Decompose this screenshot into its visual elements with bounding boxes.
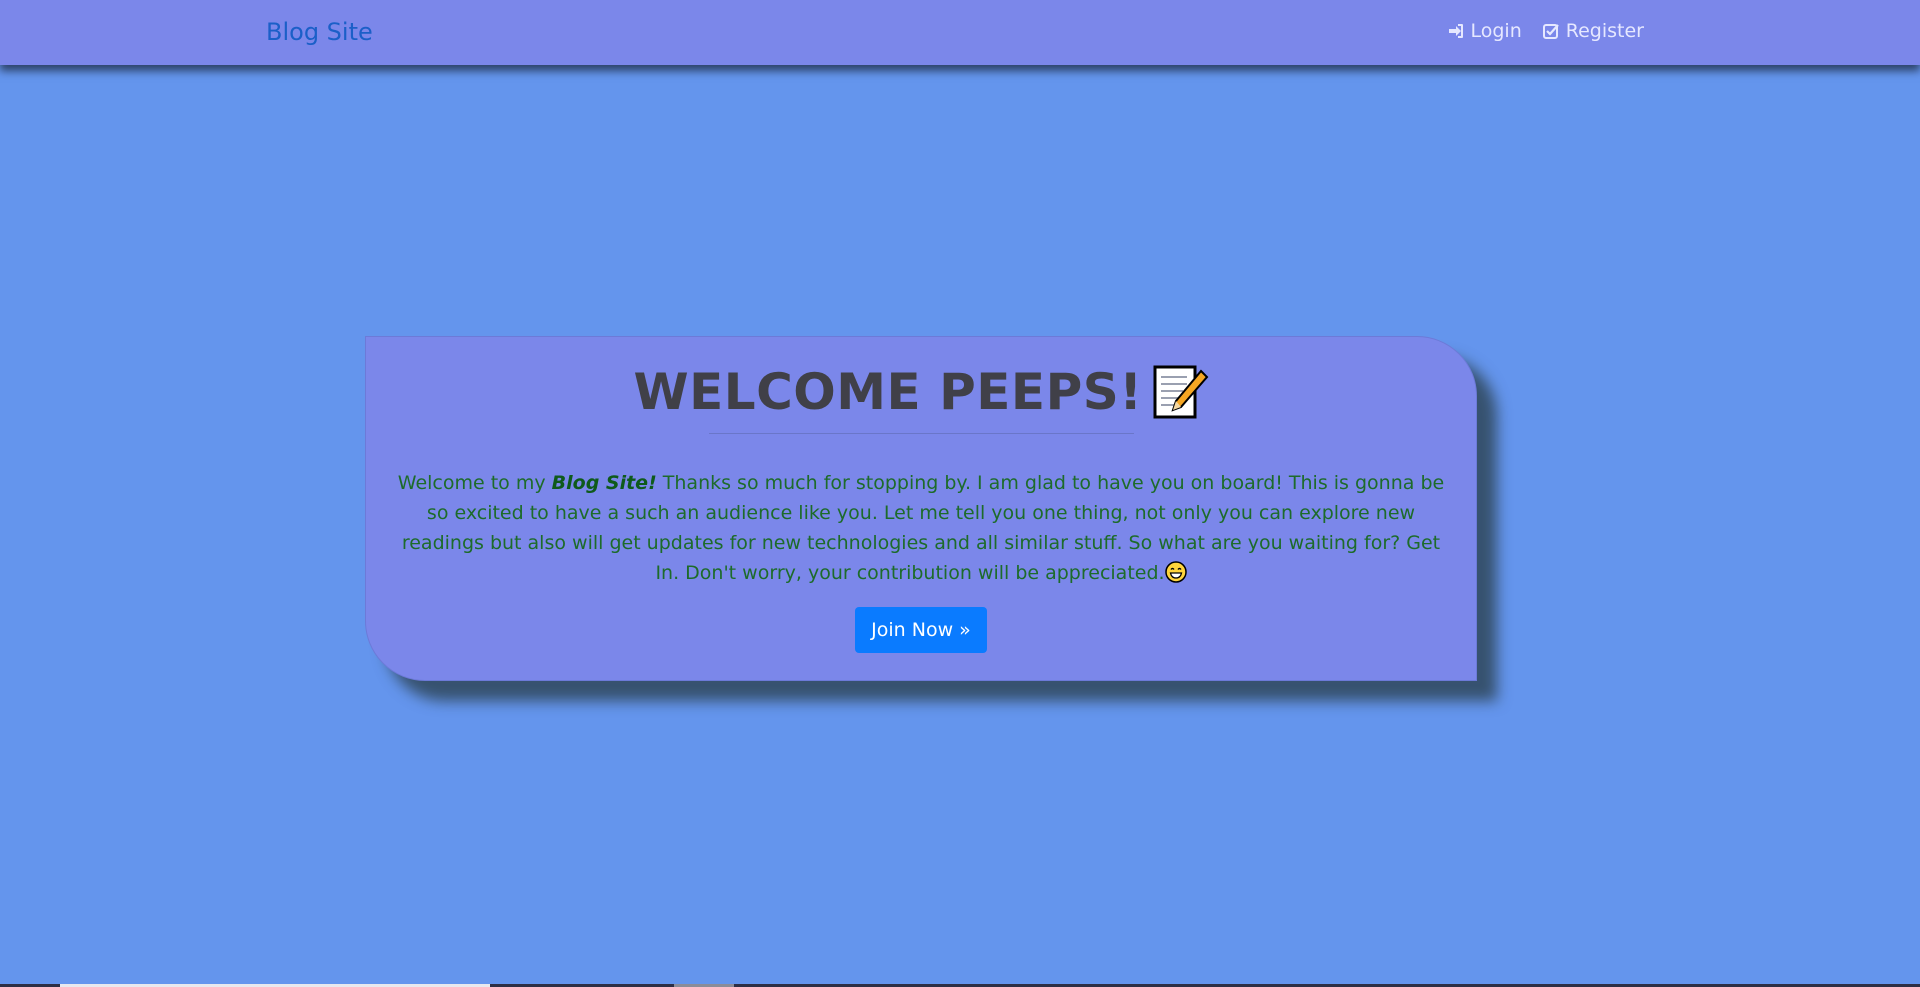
login-link[interactable]: Login [1447, 20, 1522, 42]
register-link[interactable]: Register [1542, 20, 1644, 42]
login-label: Login [1470, 20, 1522, 42]
grinning-face-icon [1164, 561, 1187, 583]
register-label: Register [1565, 20, 1644, 42]
title-divider [708, 433, 1134, 434]
page-title: WELCOME PEEPS! [633, 363, 1143, 421]
nav-links: Login Register [1447, 20, 1644, 42]
memo-icon [1153, 365, 1208, 419]
intro-text: Welcome to my Blog Site! Thanks so much … [392, 468, 1450, 588]
join-now-button[interactable]: Join Now » [855, 607, 987, 653]
intro-emphasis: Blog Site! [551, 472, 657, 494]
navbar: Blog Site Login Register [0, 0, 1920, 65]
welcome-card: WELCOME PEEPS! Welcome to my Blog Site! … [365, 336, 1477, 681]
sign-in-icon [1448, 24, 1463, 38]
check-square-icon [1542, 24, 1559, 39]
title-row: WELCOME PEEPS! [366, 363, 1476, 421]
intro-prefix: Welcome to my [397, 472, 552, 494]
brand-link[interactable]: Blog Site [266, 18, 373, 46]
